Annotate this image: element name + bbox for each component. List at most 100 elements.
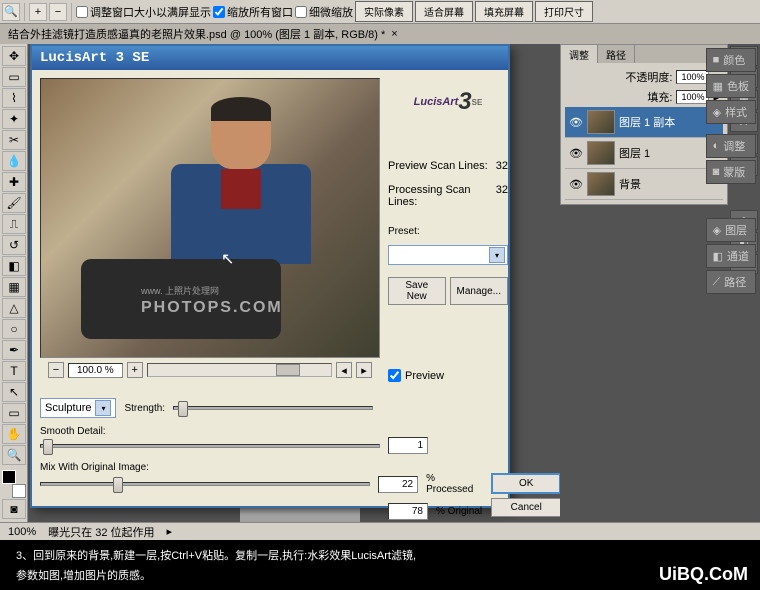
layer-row[interactable]: 👁 背景 bbox=[565, 169, 723, 200]
color-swatches[interactable] bbox=[2, 470, 26, 498]
scroll-left-button[interactable]: ◂ bbox=[336, 362, 352, 378]
fill-screen-button[interactable]: 填充屏幕 bbox=[475, 1, 533, 22]
dialog-title: LucisArt 3 SE bbox=[32, 46, 508, 70]
resize-window-check[interactable]: 调整窗口大小以满屏显示 bbox=[76, 4, 211, 20]
smooth-detail-slider[interactable] bbox=[40, 444, 380, 448]
layer-thumbnail bbox=[587, 141, 615, 165]
document-tab[interactable]: 结合外挂滤镜打造质感逼真的老照片效果.psd @ 100% (图层 1 副本, … bbox=[0, 24, 760, 44]
processing-scan-label: Processing Scan Lines: bbox=[388, 184, 496, 208]
tab-path[interactable]: 路径 bbox=[598, 45, 635, 63]
quickmask-icon[interactable]: ◙ bbox=[2, 499, 26, 519]
status-bar: 100% 曝光只在 32 位起作用 ▸ bbox=[0, 522, 760, 540]
zoom-out-button[interactable]: − bbox=[48, 362, 64, 378]
eyedropper-tool-icon[interactable]: 💧 bbox=[2, 151, 26, 171]
lasso-tool-icon[interactable]: ⌇ bbox=[2, 88, 26, 108]
dodge-tool-icon[interactable]: ○ bbox=[2, 319, 26, 339]
pct-original-label: % Original bbox=[436, 506, 482, 517]
tab-adjust[interactable]: 调整 bbox=[561, 45, 598, 63]
strength-label: Strength: bbox=[124, 403, 165, 414]
status-zoom: 100% bbox=[8, 526, 36, 538]
fill-label: 填充: bbox=[647, 89, 672, 105]
fit-screen-button[interactable]: 适合屏幕 bbox=[415, 1, 473, 22]
site-logo: UiBQ.CoM bbox=[659, 564, 748, 584]
eye-icon[interactable]: 👁 bbox=[569, 146, 583, 160]
blur-tool-icon[interactable]: △ bbox=[2, 298, 26, 318]
zoom-tool-icon[interactable]: 🔍 bbox=[2, 3, 20, 21]
style-panel-label[interactable]: ◈样式 bbox=[706, 100, 756, 124]
stamp-tool-icon[interactable]: ⎍ bbox=[2, 214, 26, 234]
mix-slider[interactable] bbox=[40, 482, 370, 486]
layer-panel-label[interactable]: ◈图层 bbox=[706, 218, 756, 242]
adjust-panel-label[interactable]: ◐调整 bbox=[706, 134, 756, 158]
scrubby-zoom-check[interactable]: 细微缩放 bbox=[295, 4, 353, 20]
zoom-tool-icon[interactable]: 🔍 bbox=[2, 445, 26, 465]
status-info: 曝光只在 32 位起作用 bbox=[48, 524, 154, 540]
gradient-tool-icon[interactable]: ▦ bbox=[2, 277, 26, 297]
cancel-button[interactable]: Cancel bbox=[491, 498, 560, 517]
smooth-detail-input[interactable] bbox=[388, 437, 428, 454]
eraser-tool-icon[interactable]: ◧ bbox=[2, 256, 26, 276]
wand-tool-icon[interactable]: ✦ bbox=[2, 109, 26, 129]
opacity-value[interactable]: 100% bbox=[676, 70, 709, 84]
layer-row[interactable]: 👁 图层 1 bbox=[565, 138, 723, 169]
hand-tool-icon[interactable]: ✋ bbox=[2, 424, 26, 444]
eye-icon[interactable]: 👁 bbox=[569, 115, 583, 129]
chevron-down-icon: ▾ bbox=[489, 247, 505, 263]
marquee-tool-icon[interactable]: ▭ bbox=[2, 67, 26, 87]
shape-tool-icon[interactable]: ▭ bbox=[2, 403, 26, 423]
actual-pixels-button[interactable]: 实际像素 bbox=[355, 1, 413, 22]
swatch-panel-label[interactable]: ▦色板 bbox=[706, 74, 756, 98]
lucisart-dialog: LucisArt 3 SE www. 上照片处理网 bbox=[30, 44, 510, 508]
zoom-value: 100.0 % bbox=[68, 363, 123, 378]
path-tool-icon[interactable]: ↖ bbox=[2, 382, 26, 402]
chevron-down-icon: ▾ bbox=[95, 400, 111, 416]
ok-button[interactable]: OK bbox=[491, 473, 560, 494]
layers-panel: 调整 路径 不透明度: 100% ▸ 填充: 100% ▸ bbox=[560, 44, 728, 205]
options-bar: 🔍 + − 调整窗口大小以满屏显示 缩放所有窗口 细微缩放 实际像素 适合屏幕 … bbox=[0, 0, 760, 24]
heal-tool-icon[interactable]: ✚ bbox=[2, 172, 26, 192]
zoom-in-button[interactable]: + bbox=[127, 362, 143, 378]
smooth-detail-label: Smooth Detail: bbox=[40, 426, 500, 437]
layer-row[interactable]: 👁 图层 1 副本 bbox=[565, 107, 723, 138]
zoom-in-icon[interactable]: + bbox=[29, 3, 47, 21]
crop-tool-icon[interactable]: ✂ bbox=[2, 130, 26, 150]
watermark-small: www. 上照片处理网 bbox=[141, 284, 219, 297]
zoom-all-windows-check[interactable]: 缩放所有窗口 bbox=[213, 4, 293, 20]
preset-dropdown[interactable]: ▾ bbox=[388, 245, 508, 265]
tools-panel: ✥ ▭ ⌇ ✦ ✂ 💧 ✚ 🖌 ⎍ ↺ ◧ ▦ △ ○ ✒ T ↖ ▭ ✋ 🔍 … bbox=[0, 44, 28, 540]
mask-panel-label[interactable]: ◙蒙版 bbox=[706, 160, 756, 184]
brush-tool-icon[interactable]: 🖌 bbox=[2, 193, 26, 213]
preview-scrollbar[interactable] bbox=[147, 363, 332, 377]
pen-tool-icon[interactable]: ✒ bbox=[2, 340, 26, 360]
history-brush-icon[interactable]: ↺ bbox=[2, 235, 26, 255]
fill-value[interactable]: 100% bbox=[676, 90, 709, 104]
foreground-color[interactable] bbox=[2, 470, 16, 484]
strength-slider[interactable] bbox=[173, 406, 373, 410]
tutorial-caption: 3、回到原来的背景,新建一层,按Ctrl+V粘贴。复制一层,执行:水彩效果Luc… bbox=[0, 540, 760, 590]
layer-name: 图层 1 副本 bbox=[619, 114, 675, 130]
preview-image: www. 上照片处理网 PHOTOPS.COM ↖ bbox=[40, 78, 380, 358]
channel-panel-label[interactable]: ◧通道 bbox=[706, 244, 756, 268]
watermark: PHOTOPS.COM bbox=[141, 299, 283, 317]
scroll-right-button[interactable]: ▸ bbox=[356, 362, 372, 378]
layer-name: 背景 bbox=[619, 176, 641, 192]
mix-label: Mix With Original Image: bbox=[40, 462, 500, 473]
mode-dropdown[interactable]: Sculpture▾ bbox=[40, 398, 116, 418]
path-panel-label[interactable]: ⟋路径 bbox=[706, 270, 756, 294]
opacity-label: 不透明度: bbox=[625, 69, 672, 85]
move-tool-icon[interactable]: ✥ bbox=[2, 46, 26, 66]
mix-processed-input[interactable] bbox=[378, 476, 418, 493]
color-panel-label[interactable]: ■颜色 bbox=[706, 48, 756, 72]
manage-button[interactable]: Manage... bbox=[450, 277, 508, 305]
type-tool-icon[interactable]: T bbox=[2, 361, 26, 381]
print-size-button[interactable]: 打印尺寸 bbox=[535, 1, 593, 22]
side-panel-labels: ■颜色 ▦色板 ◈样式 ◐调整 ◙蒙版 ◈图层 ◧通道 ⟋路径 bbox=[706, 48, 756, 294]
zoom-out-icon[interactable]: − bbox=[49, 3, 67, 21]
mix-original-input[interactable] bbox=[388, 503, 428, 520]
eye-icon[interactable]: 👁 bbox=[569, 177, 583, 191]
save-new-button[interactable]: Save New bbox=[388, 277, 446, 305]
background-color[interactable] bbox=[12, 484, 26, 498]
processing-scan-value: 32 bbox=[496, 184, 508, 208]
preview-checkbox[interactable]: Preview bbox=[388, 369, 508, 382]
cursor-icon: ↖ bbox=[221, 249, 234, 269]
